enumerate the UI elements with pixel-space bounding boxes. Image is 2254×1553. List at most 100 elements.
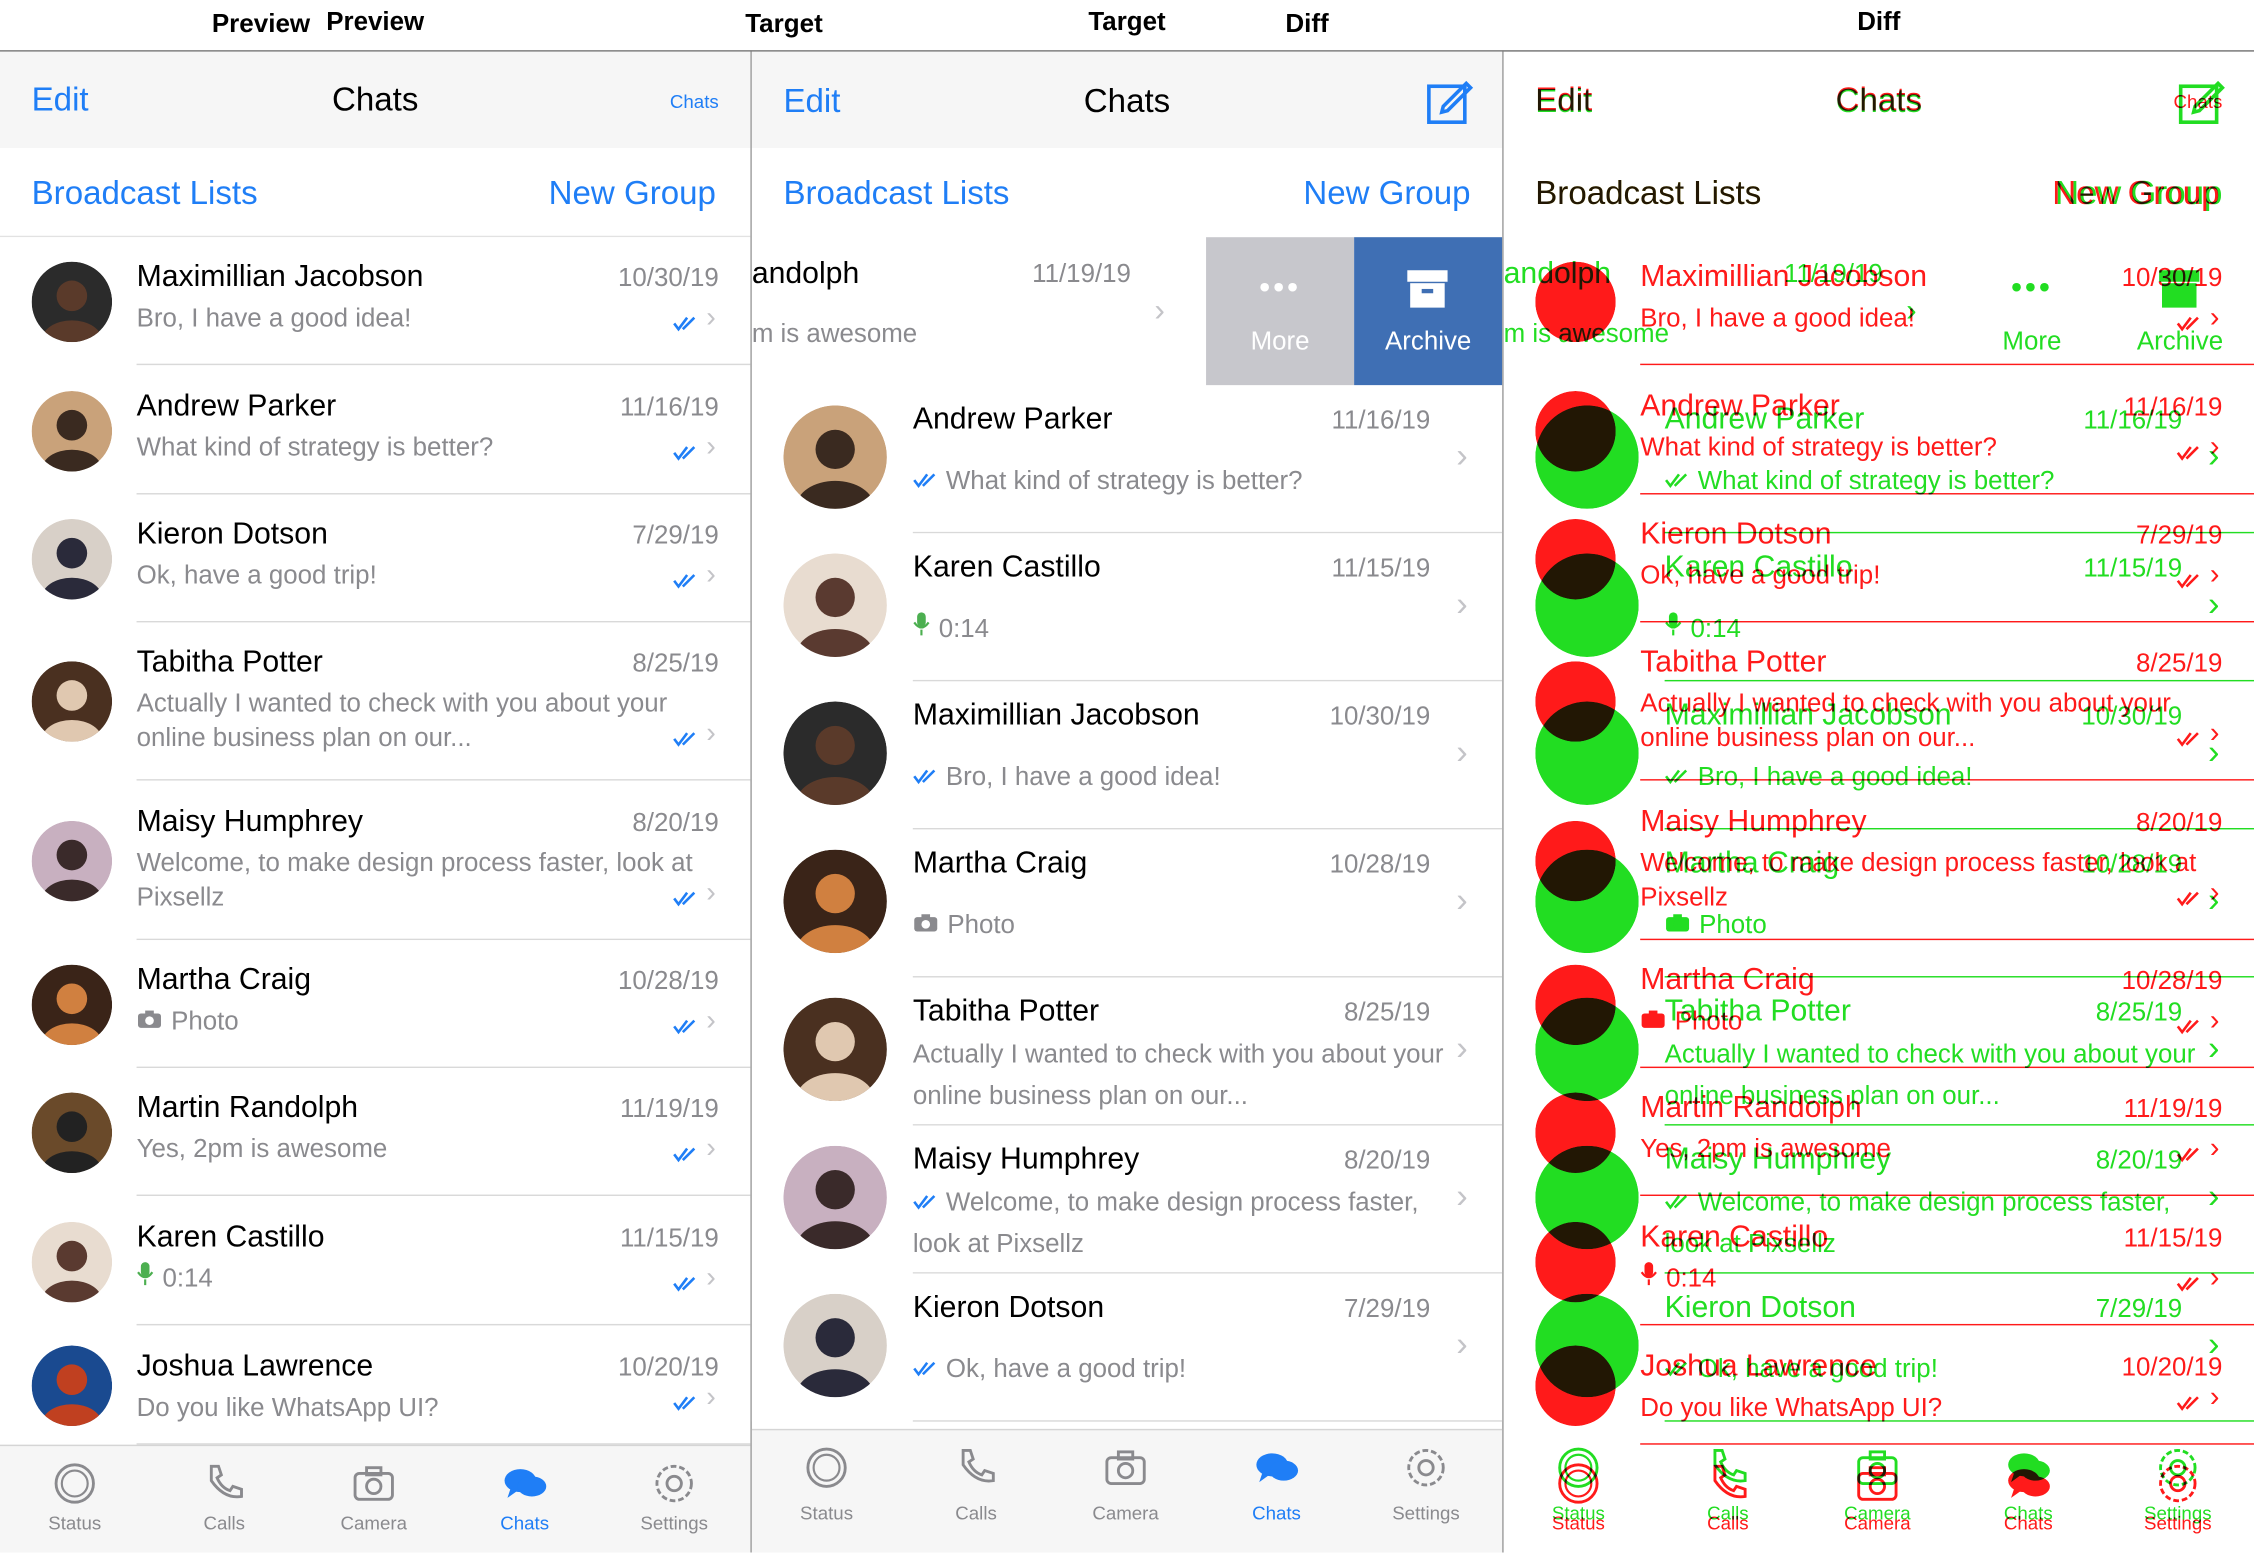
chat-preview-line: Photo [1665, 904, 2197, 946]
list-actions-bar: Broadcast Lists New Group [0, 148, 751, 238]
chat-date: 10/30/19 [1329, 701, 1431, 731]
archive-label: Archive [2136, 326, 2224, 356]
read-ticks-icon [673, 313, 699, 339]
page-title: Chats [331, 80, 419, 118]
avatar [31, 518, 113, 599]
tab-chats[interactable]: Chats [1202, 1430, 1352, 1552]
chat-row[interactable]: Andrew Parker 11/16/19 What kind of strate… [751, 385, 1503, 534]
chat-date: 11/16/19 [1331, 405, 1431, 435]
chat-date: 11/16/19 [2083, 405, 2183, 435]
tab-label: Camera [340, 1512, 407, 1534]
tab-status[interactable]: Status [752, 1430, 902, 1552]
chat-name: Martha Craig [912, 846, 1088, 880]
tab-settings[interactable]: Settings [1351, 1430, 1501, 1552]
chat-row[interactable]: Karen Castillo 11/15/19 0:14 › [751, 533, 1503, 682]
tab-status[interactable]: Status [0, 1446, 150, 1552]
chevron-right-icon: › [706, 1004, 716, 1037]
tab-calls[interactable]: Calls [1653, 1430, 1803, 1552]
tab-camera[interactable]: Camera [1051, 1430, 1201, 1552]
tab-chats[interactable]: Chats [450, 1446, 600, 1552]
chat-date: 8/20/19 [1343, 1145, 1431, 1175]
chat-row[interactable]: Andrew Parker 11/16/19 What kind of strate… [0, 366, 751, 495]
tab-label: Calls [955, 1502, 997, 1524]
avatar [31, 1221, 113, 1302]
compose-icon[interactable] [2176, 78, 2225, 127]
chat-row[interactable]: Maisy Humphrey 8/20/19 Welcome, to make de… [751, 1125, 1503, 1274]
chat-row[interactable]: Tabitha Potter 8/25/19 Actually I wanted t… [1504, 978, 2254, 1126]
broadcast-lists-link[interactable]: Broadcast Lists [32, 174, 258, 213]
camera-icon [351, 1461, 397, 1507]
archive-action-button[interactable]: Archive [1354, 237, 1503, 386]
chat-preview: Welcome, to make design process faster, … [136, 848, 693, 912]
chat-row[interactable]: Kieron Dotson 7/29/19 Ok, have a good trip… [1504, 1274, 2254, 1422]
chat-preview: What kind of strategy is better? [945, 465, 1303, 495]
tab-settings[interactable]: Settings [2103, 1430, 2253, 1552]
chevron-right-icon: › [2208, 437, 2220, 476]
chat-date: 8/25/19 [2095, 997, 2183, 1027]
read-ticks-icon [673, 1393, 699, 1419]
avatar [31, 1345, 113, 1426]
tab-calls[interactable]: Calls [150, 1446, 300, 1552]
chat-row[interactable]: Andrew Parker 11/16/19 What kind of strate… [1504, 385, 2254, 534]
compose-icon[interactable] [1425, 78, 1474, 127]
avatar [1535, 405, 1639, 509]
tab-status[interactable]: Status [1504, 1430, 1654, 1552]
chat-row[interactable]: Martha Craig 10/28/19 Photo › [751, 829, 1503, 978]
chat-row[interactable]: Kieron Dotson 7/29/19 Ok, have a good trip… [0, 494, 751, 623]
new-group-link[interactable]: New Group [549, 174, 716, 213]
chevron-right-icon: › [1456, 1325, 1468, 1365]
more-action-button[interactable]: ••• More [1206, 237, 1355, 386]
chat-row[interactable]: Karen Castillo 11/15/19 0:14 › [0, 1197, 751, 1326]
chat-row[interactable]: Maisy Humphrey 8/20/19 Welcome, to make de… [1504, 1126, 2254, 1274]
tab-label: Chats [500, 1512, 550, 1534]
chat-row[interactable]: Karen Castillo 11/15/19 0:14 › [1504, 533, 2254, 682]
chat-name: andolph [751, 257, 860, 291]
read-ticks-icon [1665, 1187, 1691, 1216]
target-panel: Edit Chats Broadcast Lists New Group and… [751, 51, 1503, 1553]
chat-preview: Ok, have a good trip! [1697, 1354, 1938, 1383]
chat-row[interactable]: Maximillian Jacobson 10/30/19 Bro, I have … [1504, 681, 2254, 830]
chat-name: Maisy Humphrey [912, 1142, 1140, 1176]
camera-icon [1103, 1445, 1149, 1491]
broadcast-lists-link[interactable]: Broadcast Lists [783, 174, 1009, 213]
chat-row[interactable]: Maximillian Jacobson 10/30/19 Bro, I have … [751, 681, 1503, 830]
chat-row[interactable]: Maisy Humphrey 8/20/19 Welcome, to make de… [0, 782, 751, 941]
tab-chats[interactable]: Chats [1954, 1430, 2104, 1552]
more-action-button[interactable]: ••• More [1958, 237, 2106, 385]
swiped-chat-row[interactable]: andolph 11/19/19 m is awesome › ••• More… [1504, 237, 2254, 385]
tab-camera[interactable]: Camera [1803, 1430, 1953, 1552]
chevron-right-icon: › [2208, 733, 2220, 772]
row-separator [136, 779, 751, 781]
chat-preview: Photo [171, 1006, 239, 1035]
navbar: Edit Chats [751, 51, 1503, 149]
chat-row[interactable]: Tabitha Potter 8/25/19 Actually I wanted t… [751, 977, 1503, 1126]
chat-row[interactable]: Tabitha Potter 8/25/19 Actually I wanted t… [0, 622, 751, 781]
new-group-link[interactable]: New Group [2055, 174, 2222, 213]
archive-action-button[interactable]: Archive [2106, 237, 2254, 385]
broadcast-lists-link[interactable]: Broadcast Lists [1535, 174, 1761, 213]
new-group-link[interactable]: New Group [1303, 174, 1470, 213]
chevron-right-icon: › [1456, 733, 1468, 772]
camera-icon [1854, 1445, 1900, 1491]
chat-row[interactable]: Joshua Lawrence 10/20/19 Do you like Whats… [0, 1326, 751, 1445]
chat-row[interactable]: Martha Craig 10/28/19 Photo › [0, 940, 751, 1069]
swiped-chat-row[interactable]: andolph 11/19/19 m is awesome › ••• More… [751, 237, 1503, 386]
tab-calls[interactable]: Calls [901, 1430, 1051, 1552]
read-ticks-icon [1665, 466, 1691, 495]
chat-date: 10/28/19 [2081, 849, 2183, 879]
tab-settings[interactable]: Settings [599, 1446, 749, 1552]
settings-icon [2155, 1445, 2201, 1491]
chat-preview: 0:14 [162, 1263, 213, 1293]
chat-row[interactable]: Martha Craig 10/28/19 Photo › [1504, 829, 2254, 978]
chat-name: Karen Castillo [912, 550, 1101, 584]
chat-row[interactable]: Kieron Dotson 7/29/19 Ok, have a good trip… [751, 1273, 1503, 1422]
tab-label: Chats [1252, 1502, 1301, 1524]
chat-row[interactable]: Martin Randolph 11/19/19 Yes, 2pm is aweso… [0, 1068, 751, 1196]
archive-icon [2159, 270, 2200, 308]
read-ticks-icon [1665, 762, 1691, 791]
tab-camera[interactable]: Camera [299, 1446, 449, 1552]
chats-link[interactable]: Chats [670, 91, 719, 113]
chat-row[interactable]: Maximillian Jacobson 10/30/19 Bro, I have … [0, 237, 751, 366]
chat-preview-line: Ok, have a good trip! [1665, 1348, 2197, 1390]
row-separator [136, 363, 751, 366]
